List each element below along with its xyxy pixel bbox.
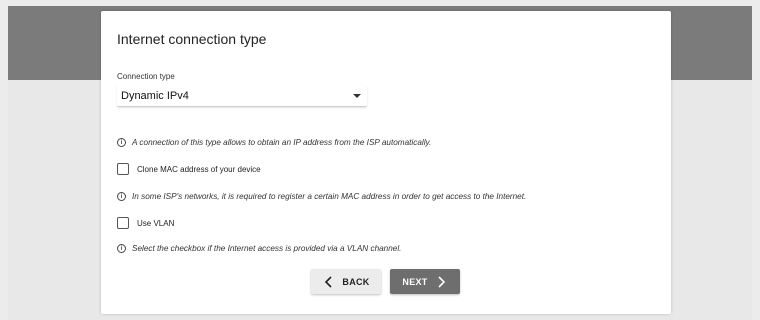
vlan-info-text: Select the checkbox if the Internet acce… <box>132 244 402 253</box>
vlan-checkbox[interactable] <box>117 217 129 229</box>
info-icon: i <box>117 138 126 147</box>
settings-card: Internet connection type Connection type… <box>101 11 671 314</box>
chevron-right-icon <box>438 275 445 288</box>
chevron-left-icon <box>325 275 332 288</box>
connection-info-text: A connection of this type allows to obta… <box>132 138 432 147</box>
info-icon: i <box>117 192 126 201</box>
connection-type-select[interactable]: Dynamic IPv4 <box>117 85 367 107</box>
vlan-info: i Select the checkbox if the Internet ac… <box>117 244 401 253</box>
clone-mac-info: i In some ISP's networks, it is required… <box>117 192 526 201</box>
caret-down-icon <box>353 93 361 98</box>
clone-mac-checkbox-row[interactable]: Clone MAC address of your device <box>117 163 261 175</box>
next-button[interactable]: NEXT <box>390 269 460 294</box>
clone-mac-info-text: In some ISP's networks, it is required t… <box>132 192 527 201</box>
info-icon: i <box>117 244 126 253</box>
back-button-label: BACK <box>342 276 370 287</box>
vlan-label: Use VLAN <box>137 218 175 228</box>
clone-mac-checkbox[interactable] <box>117 163 129 175</box>
page: Internet connection type Connection type… <box>0 0 760 320</box>
clone-mac-label: Clone MAC address of your device <box>137 164 261 174</box>
back-button[interactable]: BACK <box>311 269 381 294</box>
page-title: Internet connection type <box>117 31 267 47</box>
connection-type-label: Connection type <box>117 72 175 81</box>
vlan-checkbox-row[interactable]: Use VLAN <box>117 217 174 229</box>
next-button-label: NEXT <box>402 276 428 287</box>
connection-type-value: Dynamic IPv4 <box>121 89 189 102</box>
connection-info: i A connection of this type allows to ob… <box>117 138 431 147</box>
